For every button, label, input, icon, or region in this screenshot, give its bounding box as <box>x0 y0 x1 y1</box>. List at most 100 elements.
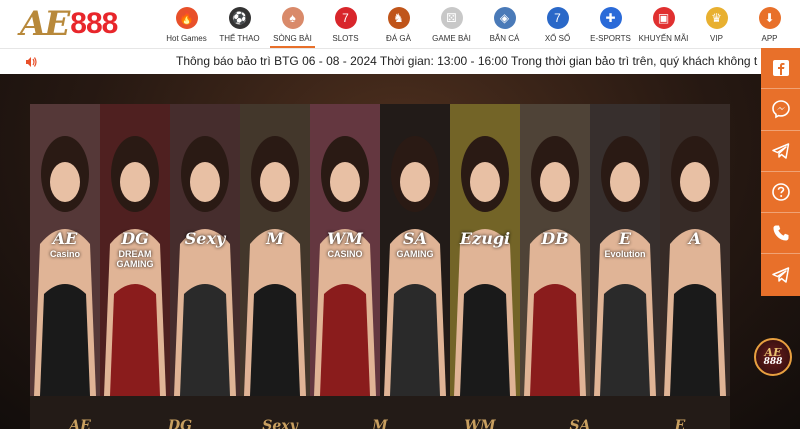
provider-mark: AE <box>52 229 78 248</box>
nav-label: XỔ SỐ <box>544 34 571 43</box>
logo-ae: AE <box>20 4 70 44</box>
nav-label: ĐÁ GÀ <box>386 34 411 43</box>
provider-card[interactable]: DG DREAM GAMING <box>100 104 170 396</box>
nav-item-9[interactable]: ▣ KHUYẾN MÃI <box>637 0 690 48</box>
casino-lobby: AE Casino DG DREAM GAMING Sexy M WM CASINO SA GAM… <box>0 74 800 429</box>
provider-logo: DB <box>520 229 590 249</box>
telegram-icon <box>771 142 789 159</box>
provider-mark: Sexy <box>184 229 226 248</box>
nav-label: SÒNG BÀI <box>273 34 312 43</box>
dealer-image <box>240 104 310 396</box>
side-button-telegram[interactable] <box>761 131 800 172</box>
gamepad-icon: ✚ <box>599 7 622 29</box>
provider-mark: DG <box>121 229 149 248</box>
nav-label: APP <box>761 34 778 43</box>
messenger-icon <box>771 100 790 119</box>
casino-dealer-icon: ♠ <box>281 7 304 29</box>
side-button-telegram[interactable] <box>761 254 800 295</box>
help-icon <box>771 183 790 201</box>
provider-card[interactable]: DB <box>520 104 590 396</box>
side-button-phone[interactable] <box>761 213 800 255</box>
provider-banner: AE Casino DG DREAM GAMING Sexy M WM CASINO SA GAM… <box>30 104 730 396</box>
fish-icon: ◈ <box>493 7 516 29</box>
dealer-image <box>450 104 520 396</box>
nav-item-11[interactable]: ⬇ APP <box>743 0 796 48</box>
dealer-image <box>660 104 730 396</box>
contact-side-panel <box>761 48 800 296</box>
provider-mark: A <box>688 229 702 248</box>
strip-provider-logo[interactable]: M <box>330 418 430 429</box>
nav-label: Hot Games <box>166 34 207 43</box>
provider-sub: Evolution <box>604 249 646 259</box>
provider-strip: AE DG Sexy M WM SA E <box>30 396 730 429</box>
notice-bar: Thông báo bảo trì BTG 06 - 08 - 2024 Thờ… <box>0 48 800 74</box>
provider-card[interactable]: Sexy <box>170 104 240 396</box>
side-button-messenger[interactable] <box>761 89 800 131</box>
provider-logo: M <box>240 229 310 249</box>
strip-provider-logo[interactable]: DG <box>130 418 230 429</box>
crown-icon: ♛ <box>705 7 728 29</box>
provider-logo: WM CASINO <box>310 229 380 259</box>
nav-label: THỂ THAO <box>219 34 260 43</box>
dealer-image <box>520 104 590 396</box>
provider-mark: SA <box>403 229 427 248</box>
facebook-icon <box>772 60 789 77</box>
provider-sub: DREAM GAMING <box>116 249 154 269</box>
provider-mark: M <box>266 229 284 248</box>
nav-item-4[interactable]: ♞ ĐÁ GÀ <box>372 0 425 48</box>
nav-label: GAME BÀI <box>432 34 471 43</box>
logo-number: 888 <box>70 7 118 40</box>
notice-text: Thông báo bảo trì BTG 06 - 08 - 2024 Thờ… <box>176 54 758 68</box>
nav-item-6[interactable]: ◈ BẮN CÁ <box>478 0 531 48</box>
provider-logo: SA GAMING <box>380 229 450 259</box>
strip-provider-logo[interactable]: E <box>630 418 730 429</box>
nav-label: BẮN CÁ <box>489 34 520 43</box>
nav-item-8[interactable]: ✚ E-SPORTS <box>584 0 637 48</box>
provider-mark: Ezugi <box>459 229 511 248</box>
nav-label: VIP <box>710 34 723 43</box>
nav-label: KHUYẾN MÃI <box>638 34 689 43</box>
telegram-icon <box>771 267 789 283</box>
nav-item-10[interactable]: ♛ VIP <box>690 0 743 48</box>
lottery-ball-icon: 7 <box>546 7 569 29</box>
strip-provider-logo[interactable]: SA <box>530 418 630 429</box>
download-icon: ⬇ <box>758 7 781 29</box>
provider-logo: E Evolution <box>590 229 660 259</box>
header: AE 888 🔥 Hot Games ⚽ THỂ THAO ♠ SÒNG BÀI 7 SLOT… <box>0 0 800 48</box>
rooster-icon: ♞ <box>387 7 410 29</box>
nav-item-0[interactable]: 🔥 Hot Games <box>160 0 213 48</box>
slot-machine-icon: 7 <box>334 7 357 29</box>
provider-card[interactable]: SA GAMING <box>380 104 450 396</box>
nav-label: E-SPORTS <box>590 34 631 43</box>
provider-card[interactable]: AE Casino <box>30 104 100 396</box>
dice-icon: ⚄ <box>440 7 463 29</box>
nav-item-3[interactable]: 7 SLOTS <box>319 0 372 48</box>
strip-provider-logo[interactable]: Sexy <box>230 418 330 429</box>
strip-provider-logo[interactable]: AE <box>30 418 130 429</box>
soccer-ball-icon: ⚽ <box>228 7 251 29</box>
nav-item-1[interactable]: ⚽ THỂ THAO <box>213 0 266 48</box>
site-logo[interactable]: AE 888 <box>20 4 150 44</box>
nav-item-7[interactable]: 7 XỔ SỐ <box>531 0 584 48</box>
provider-mark: E <box>618 229 632 248</box>
side-button-facebook[interactable] <box>761 48 800 90</box>
nav-item-5[interactable]: ⚄ GAME BÀI <box>425 0 478 48</box>
provider-logo: Ezugi <box>450 229 520 249</box>
provider-card[interactable]: M <box>240 104 310 396</box>
floating-logo-badge[interactable]: AE 888 <box>754 338 792 376</box>
phone-icon <box>773 225 788 241</box>
strip-provider-logo[interactable]: WM <box>430 418 530 429</box>
provider-card[interactable]: WM CASINO <box>310 104 380 396</box>
provider-logo: DG DREAM GAMING <box>100 229 170 269</box>
provider-card[interactable]: E Evolution <box>590 104 660 396</box>
provider-card[interactable]: Ezugi <box>450 104 520 396</box>
provider-card[interactable]: A <box>660 104 730 396</box>
nav-label: SLOTS <box>332 34 359 43</box>
provider-sub: CASINO <box>327 249 363 259</box>
provider-mark: DB <box>541 229 569 248</box>
side-button-help[interactable] <box>761 172 800 214</box>
badge-line2: 888 <box>763 357 783 367</box>
provider-logo: AE Casino <box>30 229 100 259</box>
provider-logo: A <box>660 229 730 249</box>
nav-item-2[interactable]: ♠ SÒNG BÀI <box>266 0 319 48</box>
